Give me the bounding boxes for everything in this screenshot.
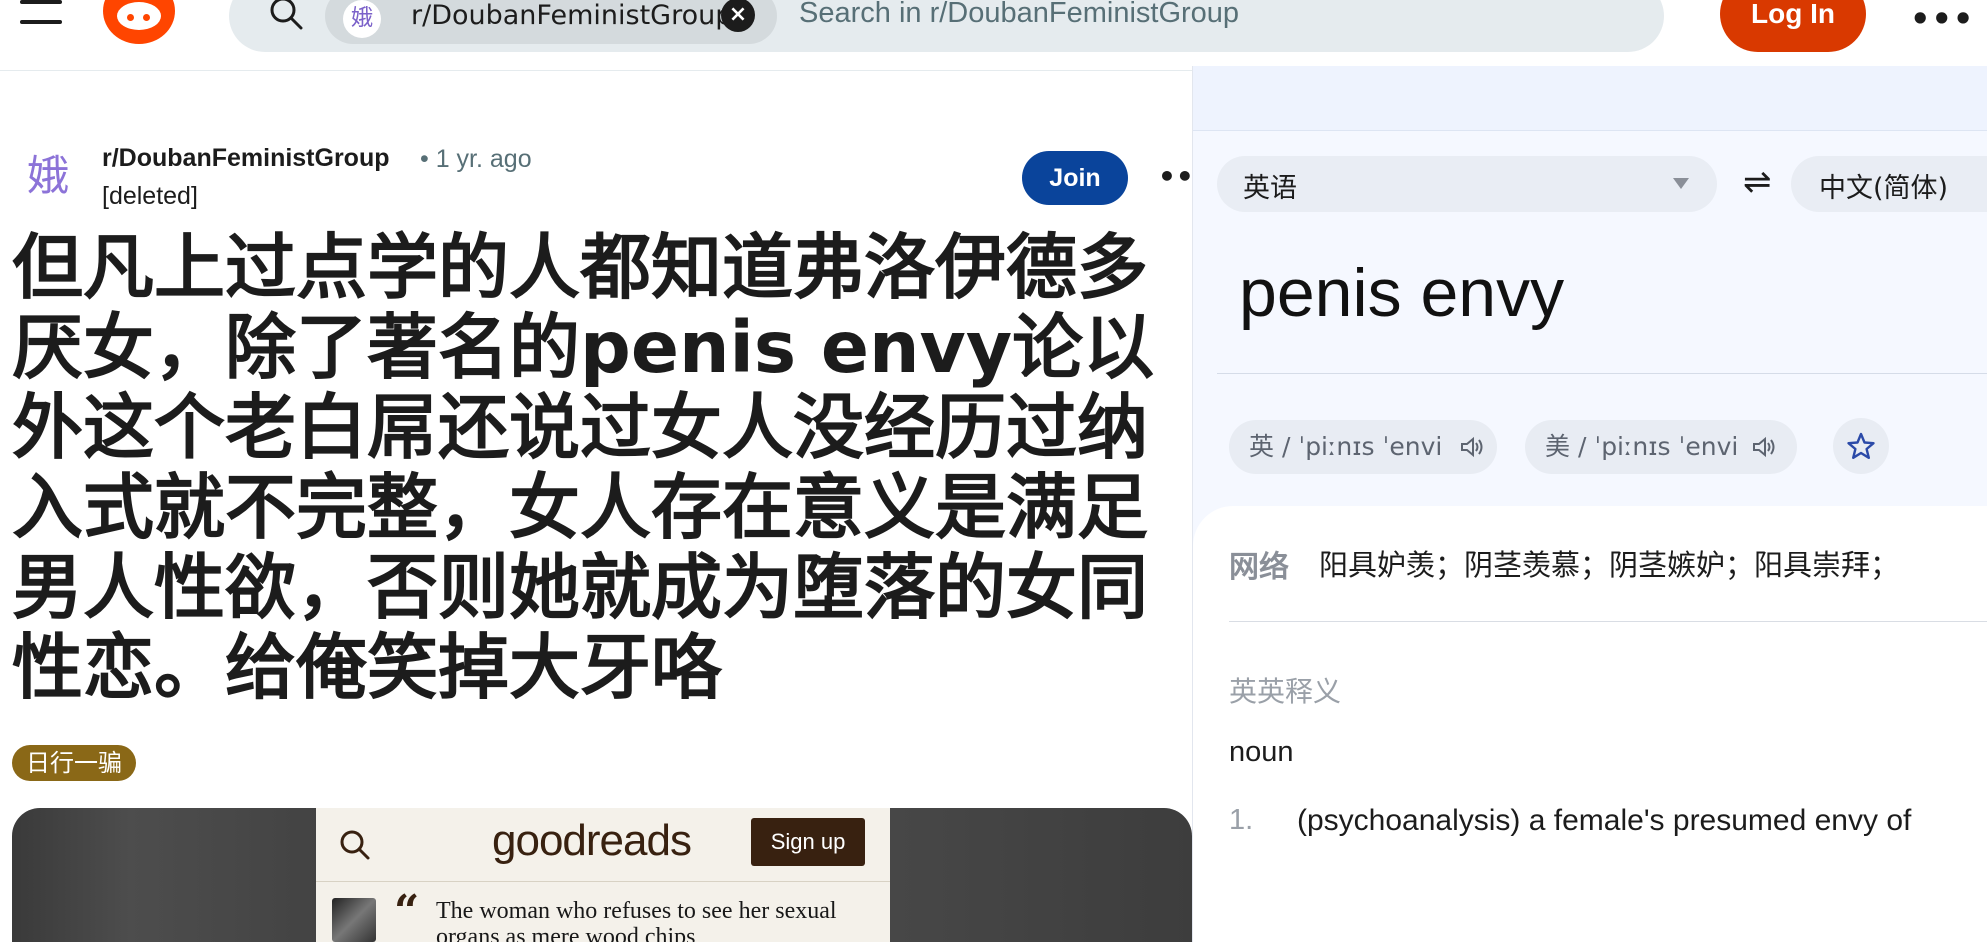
subreddit-avatar[interactable]: 娥 [22,150,74,202]
author-thumbnail [332,898,376,942]
search-bar[interactable]: 娥 r/DoubanFeministGroup × [229,0,1664,52]
divider [1217,373,1987,374]
chevron-down-icon [1673,178,1689,189]
quote-text: The woman who refuses to see her sexual … [436,898,837,942]
more-options-icon[interactable]: ••• [1910,0,1974,38]
translation-panel: 英语 ⇌ 中文(简体) penis envy 英 / ˈpiːnɪs ˈenvi… [1192,66,1987,942]
goodreads-logo: goodreads [492,816,692,865]
star-icon [1847,432,1875,459]
english-definition-label: 英英释义 [1229,675,1342,708]
speaker-icon [1461,436,1483,458]
clear-scope-icon[interactable]: × [721,0,755,32]
source-language-select[interactable]: 英语 [1217,156,1717,212]
web-translations: 阳具妒羡；阴茎羡慕；阴茎嫉妒；阳具崇拜； [1319,548,1900,582]
goodreads-screenshot: goodreads Sign up “ The woman who refuse… [316,808,890,942]
post-timestamp: • 1 yr. ago [420,145,532,173]
post-flair[interactable]: 日行一骗 [12,745,136,781]
definition-text: (psychoanalysis) a female's presumed env… [1297,804,1912,837]
definition-number: 1. [1229,804,1254,836]
query-text: penis envy [1239,255,1565,331]
post-author: [deleted] [102,182,198,210]
top-header: 娥 r/DoubanFeministGroup × Log In ••• [0,0,1987,71]
speaker-icon [1753,436,1775,458]
search-input[interactable] [797,0,1621,34]
goodreads-header: goodreads Sign up [316,808,890,882]
target-language-label: 中文(简体) [1819,173,1949,204]
search-scope-chip[interactable]: 娥 r/DoubanFeministGroup × [325,0,777,44]
source-language-label: 英语 [1243,173,1297,204]
definition-card: 网络 阳具妒羡；阴茎羡慕；阴茎嫉妒；阳具崇拜； 英英释义 noun 1. (ps… [1193,506,1987,942]
login-button[interactable]: Log In [1720,0,1866,52]
uk-phonetic: 英 / ˈpiːnɪs ˈenvi [1249,432,1443,461]
target-language-select[interactable]: 中文(简体) [1791,156,1987,212]
uk-pronunciation-button[interactable]: 英 / ˈpiːnɪs ˈenvi [1229,420,1497,474]
favorite-button[interactable] [1833,418,1889,474]
web-translation-label: 网络 [1229,550,1289,585]
post-image[interactable]: goodreads Sign up “ The woman who refuse… [12,808,1192,942]
divider [1229,621,1987,622]
goodreads-search-icon [340,830,370,860]
subreddit-link[interactable]: r/DoubanFeministGroup [102,144,390,173]
us-phonetic: 美 / ˈpiːnɪs ˈenvi [1545,432,1739,461]
panel-top-bar [1193,66,1987,131]
reddit-logo-icon[interactable] [103,0,175,44]
subreddit-avatar-icon: 娥 [343,0,381,38]
us-pronunciation-button[interactable]: 美 / ˈpiːnɪs ˈenvi [1525,420,1797,474]
quote-mark-icon: “ [394,886,420,937]
menu-icon[interactable] [20,0,62,26]
part-of-speech: noun [1229,736,1294,768]
swap-languages-icon[interactable]: ⇌ [1743,162,1772,202]
join-button[interactable]: Join [1022,151,1128,205]
post-title: 但凡上过点学的人都知道弗洛伊德多厌女，除了著名的penis envy论以外这个老… [12,226,1155,709]
search-icon [270,0,303,30]
search-scope-label: r/DoubanFeministGroup [411,0,733,31]
goodreads-signup-button: Sign up [751,818,865,866]
